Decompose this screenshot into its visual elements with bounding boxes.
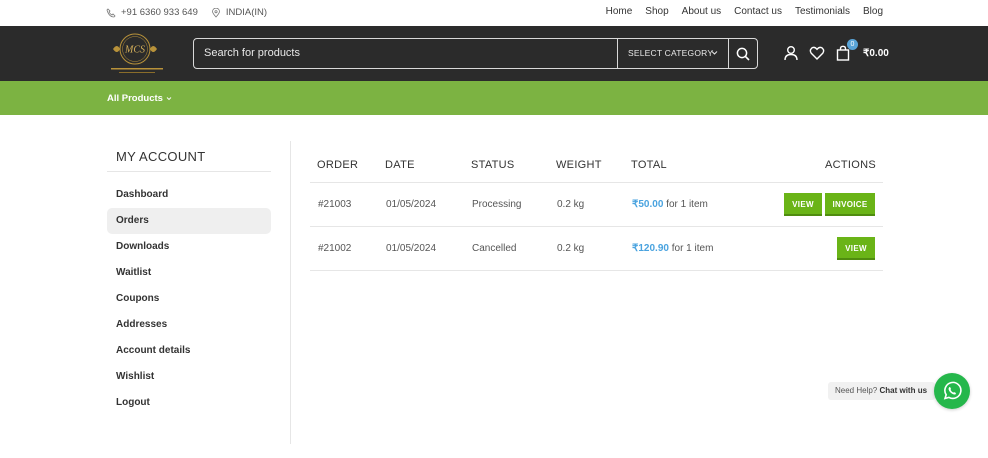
heart-icon bbox=[809, 46, 825, 60]
phone-icon bbox=[106, 7, 116, 17]
column-status: STATUS bbox=[471, 159, 515, 171]
order-weight: 0.2 kg bbox=[557, 243, 585, 254]
order-total: ₹50.00 for 1 item bbox=[632, 199, 708, 210]
search-icon bbox=[736, 47, 750, 61]
order-total: ₹120.90 for 1 item bbox=[632, 243, 713, 254]
table-header: ORDER DATE STATUS WEIGHT TOTAL ACTIONS bbox=[310, 150, 883, 183]
order-date: 01/05/2024 bbox=[386, 243, 437, 254]
account-sidebar: MY ACCOUNT Dashboard Orders Downloads Wa… bbox=[107, 149, 271, 416]
sidebar-item-dashboard[interactable]: Dashboard bbox=[107, 182, 271, 208]
wishlist-button[interactable] bbox=[809, 45, 825, 61]
sidebar-item-wishlist[interactable]: Wishlist bbox=[107, 364, 271, 390]
help-prefix: Need Help? bbox=[835, 386, 878, 395]
chat-help-label[interactable]: Need Help? Chat with us bbox=[828, 382, 936, 400]
contact-info: +91 6360 933 649 INDIA(IN) bbox=[106, 7, 267, 18]
order-status: Cancelled bbox=[472, 243, 517, 254]
column-weight: WEIGHT bbox=[556, 159, 602, 171]
order-weight: 0.2 kg bbox=[557, 199, 585, 210]
main-header: MCS Search for products SELECT CATEGORY … bbox=[0, 26, 988, 81]
cart-button[interactable]: 0 bbox=[835, 39, 858, 61]
order-date: 01/05/2024 bbox=[386, 199, 437, 210]
all-products-menu[interactable]: All Products bbox=[107, 93, 172, 104]
nav-testimonials[interactable]: Testimonials bbox=[795, 6, 850, 17]
category-select-label: SELECT CATEGORY bbox=[628, 48, 714, 58]
divider bbox=[107, 171, 271, 172]
table-row: #21003 01/05/2024 Processing 0.2 kg ₹50.… bbox=[310, 183, 883, 227]
cart-count-badge: 0 bbox=[847, 39, 858, 50]
top-bar: +91 6360 933 649 INDIA(IN) Home Shop Abo… bbox=[0, 0, 988, 26]
nav-blog[interactable]: Blog bbox=[863, 6, 883, 17]
sidebar-item-waitlist[interactable]: Waitlist bbox=[107, 260, 271, 286]
whatsapp-icon bbox=[943, 381, 962, 400]
nav-home[interactable]: Home bbox=[606, 6, 633, 17]
divider bbox=[290, 141, 291, 444]
search-input[interactable]: Search for products bbox=[194, 39, 617, 68]
account-button[interactable] bbox=[783, 45, 799, 61]
order-amount: ₹50.00 bbox=[632, 199, 664, 210]
search-bar: Search for products SELECT CATEGORY bbox=[193, 38, 758, 69]
column-actions: ACTIONS bbox=[825, 159, 876, 171]
order-number[interactable]: #21002 bbox=[318, 243, 351, 254]
nav-contact-us[interactable]: Contact us bbox=[734, 6, 782, 17]
sidebar-item-coupons[interactable]: Coupons bbox=[107, 286, 271, 312]
region-label[interactable]: INDIA(IN) bbox=[226, 7, 267, 18]
all-products-label: All Products bbox=[107, 93, 163, 104]
phone-number[interactable]: +91 6360 933 649 bbox=[121, 7, 198, 18]
location-icon bbox=[211, 7, 220, 18]
view-button[interactable]: VIEW bbox=[837, 237, 875, 260]
order-item-count: for 1 item bbox=[666, 199, 708, 210]
logo-mark: MCS bbox=[124, 45, 145, 56]
nav-about-us[interactable]: About us bbox=[682, 6, 721, 17]
cart-total[interactable]: ₹0.00 bbox=[863, 48, 889, 59]
column-total: TOTAL bbox=[631, 159, 667, 171]
column-order: ORDER bbox=[317, 159, 359, 171]
header-icons: 0 ₹0.00 bbox=[783, 39, 889, 61]
view-button[interactable]: VIEW bbox=[784, 193, 822, 216]
category-select[interactable]: SELECT CATEGORY bbox=[617, 39, 728, 68]
sidebar-item-logout[interactable]: Logout bbox=[107, 390, 271, 416]
nav-shop[interactable]: Shop bbox=[645, 6, 668, 17]
whatsapp-chat-button[interactable] bbox=[934, 373, 970, 409]
top-nav: Home Shop About us Contact us Testimonia… bbox=[606, 6, 883, 17]
invoice-button[interactable]: INVOICE bbox=[825, 193, 875, 216]
sidebar-item-addresses[interactable]: Addresses bbox=[107, 312, 271, 338]
sidebar-item-orders[interactable]: Orders bbox=[107, 208, 271, 234]
order-amount: ₹120.90 bbox=[632, 243, 669, 254]
account-title: MY ACCOUNT bbox=[116, 149, 206, 164]
column-date: DATE bbox=[385, 159, 415, 171]
sidebar-item-downloads[interactable]: Downloads bbox=[107, 234, 271, 260]
sidebar-item-account-details[interactable]: Account details bbox=[107, 338, 271, 364]
chat-link[interactable]: Chat with us bbox=[879, 386, 927, 395]
order-item-count: for 1 item bbox=[671, 243, 714, 254]
order-number[interactable]: #21003 bbox=[318, 199, 351, 210]
chevron-down-icon bbox=[711, 51, 718, 55]
search-button[interactable] bbox=[728, 39, 757, 68]
store-logo[interactable]: MCS bbox=[107, 29, 167, 77]
chevron-down-icon bbox=[166, 97, 171, 101]
orders-table: ORDER DATE STATUS WEIGHT TOTAL ACTIONS #… bbox=[310, 150, 883, 271]
order-status: Processing bbox=[472, 199, 522, 210]
table-row: #21002 01/05/2024 Cancelled 0.2 kg ₹120.… bbox=[310, 227, 883, 271]
user-icon bbox=[784, 46, 798, 61]
category-nav-bar: All Products bbox=[0, 81, 988, 115]
